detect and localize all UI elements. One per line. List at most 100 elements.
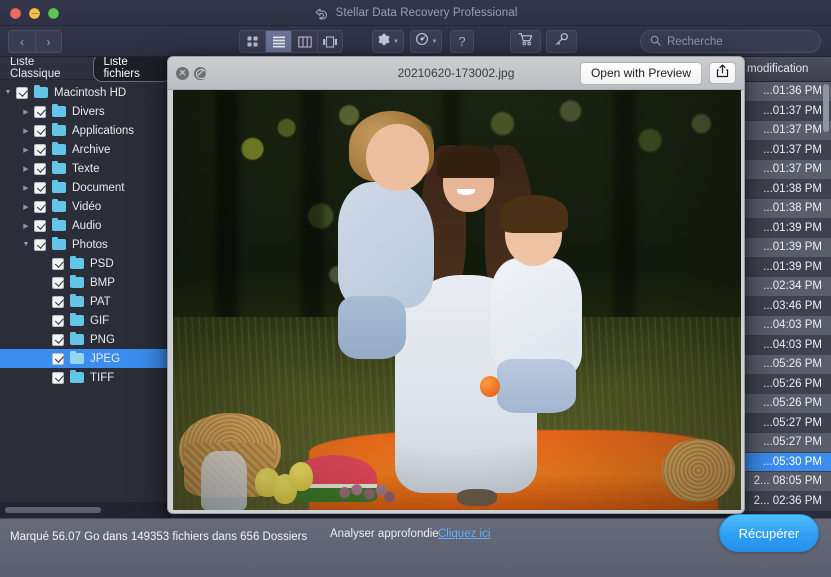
tree-item-jpeg[interactable]: JPEG	[0, 349, 172, 368]
tree-item-label: Audio	[72, 220, 101, 232]
disclosure-closed-icon[interactable]: ▶	[18, 165, 34, 173]
table-row[interactable]: 2... 02:36 PM	[740, 492, 831, 512]
checkbox[interactable]	[34, 144, 46, 156]
disclosure-open-icon[interactable]: ▼	[18, 241, 34, 248]
checkbox[interactable]	[52, 334, 64, 346]
tree-item-applications[interactable]: ▶Applications	[0, 121, 172, 140]
checkbox[interactable]	[34, 201, 46, 213]
tree-item-label: TIFF	[90, 372, 114, 384]
list-view-button[interactable]	[265, 30, 291, 53]
nav-back-button[interactable]: ‹	[8, 30, 35, 53]
tab-liste-classique[interactable]: Liste Classique	[6, 57, 85, 82]
tree-item-bmp[interactable]: BMP	[0, 273, 172, 292]
checkbox[interactable]	[34, 182, 46, 194]
tree-item-tiff[interactable]: TIFF	[0, 368, 172, 387]
folder-icon	[52, 125, 66, 136]
tree-item-pat[interactable]: PAT	[0, 292, 172, 311]
table-row[interactable]: ...01:38 PM	[740, 199, 831, 219]
table-row[interactable]: ...05:26 PM	[740, 375, 831, 395]
tree-item-label: JPEG	[90, 353, 120, 365]
checkbox[interactable]	[52, 258, 64, 270]
table-row[interactable]: ...05:26 PM	[740, 394, 831, 414]
scrollbar-thumb[interactable]	[5, 507, 101, 513]
disclosure-closed-icon[interactable]: ▶	[18, 203, 34, 211]
activate-key-button[interactable]	[546, 30, 577, 53]
column-view-button[interactable]	[291, 30, 317, 53]
table-row[interactable]: ...01:39 PM	[740, 219, 831, 239]
chevron-down-icon: ▼	[432, 39, 438, 45]
settings-button[interactable]: ▼	[372, 30, 404, 53]
table-row[interactable]: ...01:37 PM	[740, 102, 831, 122]
history-button[interactable]: ▼	[410, 30, 442, 53]
modification-date-cell: ...01:39 PM	[763, 222, 822, 234]
checkbox[interactable]	[52, 372, 64, 384]
table-row[interactable]: ...05:26 PM	[740, 355, 831, 375]
table-row[interactable]: ...01:37 PM	[740, 160, 831, 180]
table-row[interactable]: ...05:27 PM	[740, 433, 831, 453]
folder-icon	[52, 239, 66, 250]
tree-item-audio[interactable]: ▶ Audio	[0, 216, 172, 235]
table-row[interactable]: ...01:37 PM	[740, 121, 831, 141]
close-circle-icon[interactable]	[176, 67, 189, 80]
tree-item-png[interactable]: PNG	[0, 330, 172, 349]
table-row[interactable]: 2... 08:05 PM	[740, 472, 831, 492]
disclosure-closed-icon[interactable]: ▶	[18, 127, 34, 135]
table-row[interactable]: ...01:39 PM	[740, 238, 831, 258]
tree-item-psd[interactable]: PSD	[0, 254, 172, 273]
table-row[interactable]: ...05:27 PM	[740, 414, 831, 434]
modification-date-cell: 2... 08:05 PM	[754, 475, 822, 487]
column-header-modification[interactable]: modification	[740, 57, 831, 82]
checkbox[interactable]	[34, 239, 46, 251]
tree-item-photos[interactable]: ▼Photos	[0, 235, 172, 254]
tree-item-vidéo[interactable]: ▶Vidéo	[0, 197, 172, 216]
checkbox[interactable]	[34, 125, 46, 137]
no-entry-icon[interactable]	[194, 67, 207, 80]
checkbox[interactable]	[52, 296, 64, 308]
disclosure-closed-icon[interactable]: ▶	[18, 222, 34, 230]
checkbox[interactable]	[34, 220, 46, 232]
file-list-vertical-scrollbar[interactable]	[823, 84, 829, 132]
table-row[interactable]: ...05:30 PM	[740, 453, 831, 473]
table-row[interactable]: ...04:03 PM	[740, 316, 831, 336]
disclosure-open-icon[interactable]: ▼	[0, 89, 16, 96]
table-row[interactable]: ...03:46 PM	[740, 297, 831, 317]
modification-date-cell: ...01:37 PM	[763, 163, 822, 175]
icon-view-button[interactable]	[239, 30, 265, 53]
folder-icon	[70, 353, 84, 364]
table-row[interactable]: ...01:39 PM	[740, 258, 831, 278]
scan-summary-text: Marqué 56.07 Go dans 149353 fichiers dan…	[10, 530, 330, 545]
disclosure-closed-icon[interactable]: ▶	[18, 184, 34, 192]
nav-forward-button[interactable]: ›	[35, 30, 62, 53]
tab-liste-fichiers[interactable]: Liste fichiers	[93, 57, 172, 82]
table-row[interactable]: ...04:03 PM	[740, 336, 831, 356]
sidebar-horizontal-scrollbar[interactable]	[0, 502, 172, 518]
checkbox[interactable]	[52, 353, 64, 365]
checkbox[interactable]	[16, 87, 28, 99]
checkbox[interactable]	[52, 315, 64, 327]
help-button[interactable]: ?	[450, 30, 474, 53]
disclosure-closed-icon[interactable]: ▶	[18, 146, 34, 154]
modification-date-cell: ...03:46 PM	[763, 300, 822, 312]
checkbox[interactable]	[34, 163, 46, 175]
tree-item-gif[interactable]: GIF	[0, 311, 172, 330]
recover-button[interactable]: Récupérer	[719, 514, 819, 552]
open-with-preview-button[interactable]: Open with Preview	[580, 62, 702, 85]
buy-button[interactable]	[510, 30, 541, 53]
table-row[interactable]: ...01:38 PM	[740, 180, 831, 200]
checkbox[interactable]	[34, 106, 46, 118]
folder-icon	[52, 201, 66, 212]
share-button[interactable]	[709, 62, 736, 84]
table-row[interactable]: ...01:36 PM	[740, 82, 831, 102]
search-field[interactable]: Recherche	[640, 30, 821, 53]
disclosure-closed-icon[interactable]: ▶	[18, 108, 34, 116]
tree-item-macintosh-hd[interactable]: ▼Macintosh HD	[0, 83, 172, 102]
tree-item-divers[interactable]: ▶Divers	[0, 102, 172, 121]
deep-scan-link[interactable]: Cliquez ici	[438, 528, 490, 540]
tree-item-document[interactable]: ▶Document	[0, 178, 172, 197]
tree-item-archive[interactable]: ▶Archive	[0, 140, 172, 159]
table-row[interactable]: ...01:37 PM	[740, 141, 831, 161]
tree-item-texte[interactable]: ▶Texte	[0, 159, 172, 178]
table-row[interactable]: ...02:34 PM	[740, 277, 831, 297]
checkbox[interactable]	[52, 277, 64, 289]
gallery-view-button[interactable]	[317, 30, 343, 53]
